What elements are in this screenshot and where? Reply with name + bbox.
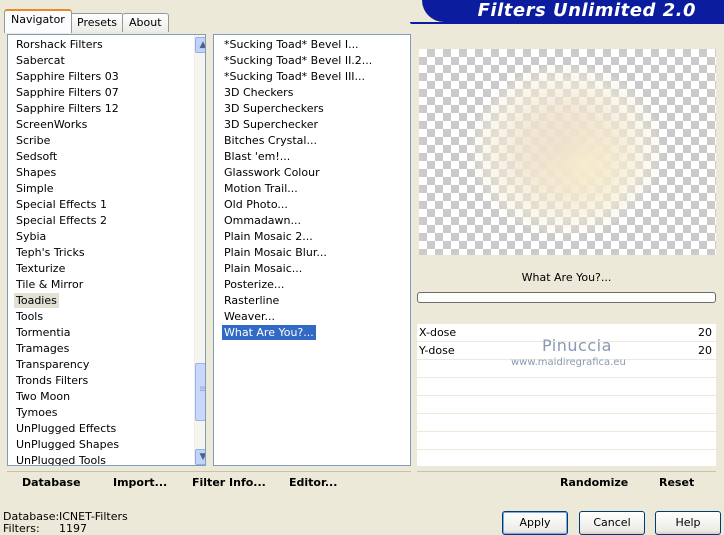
list-item[interactable]: Weaver... bbox=[222, 309, 277, 324]
list-item[interactable]: 3D Superchecker bbox=[222, 117, 320, 132]
scroll-up-button[interactable]: ▲ bbox=[195, 37, 205, 53]
param-row-empty bbox=[417, 432, 716, 450]
cancel-button[interactable]: Cancel bbox=[579, 511, 645, 535]
list-item[interactable]: Sapphire Filters 03 bbox=[14, 69, 121, 84]
list-item[interactable]: Scribe bbox=[14, 133, 52, 148]
filters-count-value: 1197 bbox=[59, 522, 87, 535]
list-item[interactable]: Tools bbox=[14, 309, 45, 324]
category-scrollbar[interactable]: ▲ ▼ bbox=[194, 35, 205, 465]
tab-about[interactable]: About bbox=[122, 13, 169, 32]
param-value[interactable]: 20 bbox=[698, 344, 712, 357]
list-item[interactable]: Tramages bbox=[14, 341, 71, 356]
list-item[interactable]: Bitches Crystal... bbox=[222, 133, 319, 148]
app-title: Filters Unlimited 2.0 bbox=[477, 0, 696, 21]
reset-button[interactable]: Reset bbox=[659, 476, 694, 489]
param-label: Y-dose bbox=[419, 344, 455, 357]
list-item[interactable]: Plain Mosaic Blur... bbox=[222, 245, 329, 260]
tab-presets[interactable]: Presets bbox=[70, 13, 125, 32]
tab-navigator[interactable]: Navigator bbox=[4, 9, 72, 33]
list-item[interactable]: 3D Checkers bbox=[222, 85, 295, 100]
param-row-empty bbox=[417, 414, 716, 432]
list-item[interactable]: Texturize bbox=[14, 261, 67, 276]
list-item[interactable]: Sabercat bbox=[14, 53, 67, 68]
list-item[interactable]: Plain Mosaic... bbox=[222, 261, 304, 276]
list-item[interactable]: Two Moon bbox=[14, 389, 72, 404]
filters-count-label: Filters: bbox=[3, 522, 40, 535]
list-item[interactable]: ScreenWorks bbox=[14, 117, 89, 132]
scroll-thumb[interactable] bbox=[195, 363, 205, 421]
list-item[interactable]: Rasterline bbox=[222, 293, 281, 308]
list-item[interactable]: Sybia bbox=[14, 229, 48, 244]
list-item[interactable]: *Sucking Toad* Bevel II.2... bbox=[222, 53, 374, 68]
filter-list[interactable]: *Sucking Toad* Bevel I... *Sucking Toad* … bbox=[213, 34, 411, 466]
banner-underline bbox=[410, 22, 724, 24]
list-item[interactable]: Posterize... bbox=[222, 277, 286, 292]
list-item-selected[interactable]: Toadies bbox=[14, 293, 59, 308]
app-banner: Filters Unlimited 2.0 bbox=[422, 0, 724, 22]
filter-info-button[interactable]: Filter Info... bbox=[192, 476, 266, 489]
list-item[interactable]: Ommadawn... bbox=[222, 213, 303, 228]
scroll-down-button[interactable]: ▼ bbox=[195, 449, 205, 465]
list-item[interactable]: Shapes bbox=[14, 165, 58, 180]
import-button[interactable]: Import... bbox=[113, 476, 167, 489]
parameter-actions: Randomize Reset bbox=[417, 471, 716, 496]
editor-button[interactable]: Editor... bbox=[289, 476, 337, 489]
list-item-selected[interactable]: What Are You?... bbox=[222, 325, 316, 340]
help-button[interactable]: Help bbox=[655, 511, 721, 535]
apply-button[interactable]: Apply bbox=[502, 511, 568, 535]
list-item[interactable]: Special Effects 1 bbox=[14, 197, 109, 212]
list-item[interactable]: UnPlugged Shapes bbox=[14, 437, 121, 452]
list-item[interactable]: Teph's Tricks bbox=[14, 245, 87, 260]
list-item[interactable]: Sapphire Filters 12 bbox=[14, 101, 121, 116]
preview-area bbox=[419, 49, 716, 255]
param-row-empty bbox=[417, 396, 716, 414]
category-list[interactable]: Rorshack Filters Sabercat Sapphire Filters… bbox=[7, 34, 206, 466]
progress-bar bbox=[417, 292, 716, 303]
param-value[interactable]: 20 bbox=[698, 326, 712, 339]
param-row-empty bbox=[417, 378, 716, 396]
list-item[interactable]: Glasswork Colour bbox=[222, 165, 322, 180]
param-label: X-dose bbox=[419, 326, 457, 339]
list-item[interactable]: Rorshack Filters bbox=[14, 37, 105, 52]
database-info: Database:ICNET-Filters Filters: 1197 bbox=[3, 511, 128, 535]
list-item[interactable]: Special Effects 2 bbox=[14, 213, 109, 228]
list-item[interactable]: 3D Supercheckers bbox=[222, 101, 326, 116]
list-item[interactable]: Transparency bbox=[14, 357, 91, 372]
list-item[interactable]: Sapphire Filters 07 bbox=[14, 85, 121, 100]
list-item[interactable]: Tronds Filters bbox=[14, 373, 90, 388]
list-item[interactable]: Tymoes bbox=[14, 405, 59, 420]
list-item[interactable]: Sedsoft bbox=[14, 149, 59, 164]
list-item[interactable]: Old Photo... bbox=[222, 197, 290, 212]
param-row-empty bbox=[417, 450, 716, 468]
list-item[interactable]: Simple bbox=[14, 181, 56, 196]
watermark-name: Pinuccia bbox=[542, 336, 612, 355]
randomize-button[interactable]: Randomize bbox=[560, 476, 628, 489]
selected-filter-name: What Are You?... bbox=[521, 271, 612, 284]
list-item[interactable]: UnPlugged Effects bbox=[14, 421, 118, 436]
list-item[interactable]: *Sucking Toad* Bevel III... bbox=[222, 69, 367, 84]
list-item[interactable]: Blast 'em!... bbox=[222, 149, 292, 164]
navigator-actions: Database Import... Filter Info... Editor… bbox=[7, 471, 411, 496]
database-button[interactable]: Database bbox=[22, 476, 81, 489]
list-item[interactable]: Tormentia bbox=[14, 325, 72, 340]
list-item[interactable]: *Sucking Toad* Bevel I... bbox=[222, 37, 361, 52]
list-item[interactable]: Plain Mosaic 2... bbox=[222, 229, 315, 244]
watermark-url: www.maidiregrafica.eu bbox=[511, 357, 626, 368]
list-item[interactable]: Tile & Mirror bbox=[14, 277, 85, 292]
preview-highlight bbox=[519, 109, 649, 219]
list-item[interactable]: Motion Trail... bbox=[222, 181, 300, 196]
list-item[interactable]: UnPlugged Tools bbox=[14, 453, 108, 465]
